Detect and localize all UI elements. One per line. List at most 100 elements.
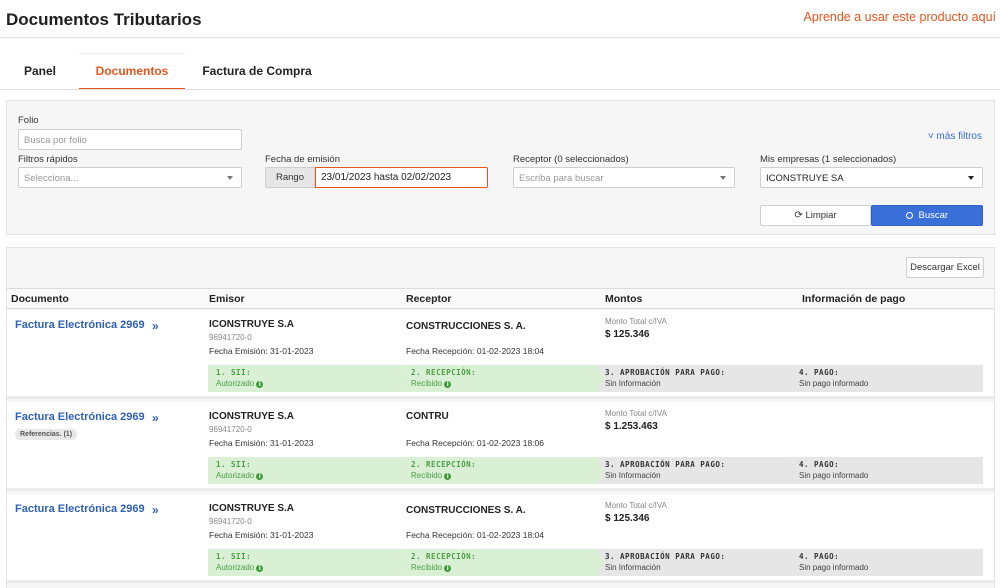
step-status-label: Autorizado: [216, 471, 255, 480]
emisor-name: ICONSTRUYE S.A: [209, 503, 295, 514]
step-title: 1. SII:: [216, 368, 252, 377]
date-label: Fecha de emisión: [265, 154, 340, 165]
step-status-label: Sin Información: [605, 563, 661, 572]
column-header-documento: Documento: [11, 293, 69, 305]
status-steps: 1. SII: Autorizado i 2. RECEPCIÓN: Recibido i…: [208, 457, 983, 484]
search-button-label: Buscar: [918, 210, 949, 221]
empresas-value: ICONSTRUYE SA: [766, 173, 844, 184]
reception-date: Fecha Recepción: 01-02-2023 18:06: [406, 438, 544, 448]
step-pago: 4. PAGO: Sin pago informado: [791, 365, 983, 392]
step-status: Autorizado i: [216, 471, 410, 480]
step-status-label: Autorizado: [216, 379, 255, 388]
page-title: Documentos Tributarios: [6, 10, 202, 29]
info-icon[interactable]: i: [444, 381, 451, 388]
receptor-name: CONTRU: [406, 411, 449, 422]
document-link[interactable]: Factura Electrónica 2969: [15, 319, 145, 331]
emisor-name: ICONSTRUYE S.A: [209, 411, 295, 422]
step-title: 4. PAGO:: [799, 460, 840, 469]
step-title: 4. PAGO:: [799, 552, 840, 561]
step-status: Sin Información: [605, 563, 798, 572]
table-row: Factura Electrónica 2969 » ICONSTRUYE S.…: [7, 310, 994, 399]
step-status: Recibido i: [411, 471, 604, 480]
step-title: 3. APROBACIÓN PARA PAGO:: [605, 368, 726, 377]
step-status-label: Sin pago informado: [799, 379, 869, 388]
references-badge[interactable]: Referencias. (1): [15, 429, 78, 440]
step-status-label: Sin pago informado: [799, 471, 869, 480]
step-title: 1. SII:: [216, 552, 252, 561]
emission-date: Fecha Emisión: 31-01-2023: [209, 438, 314, 448]
empresas-label: Mis empresas (1 seleccionados): [760, 154, 897, 165]
step-status-label: Recibido: [411, 563, 443, 572]
info-icon[interactable]: i: [256, 565, 263, 572]
step-status: Recibido i: [411, 379, 604, 388]
double-chevron-right-icon[interactable]: »: [152, 319, 159, 333]
amount-label: Monto Total c/IVA: [605, 317, 667, 326]
step-status: Sin pago informado: [799, 471, 983, 480]
step-title: 2. RECEPCIÓN:: [411, 460, 477, 469]
step-status: Autorizado i: [216, 379, 410, 388]
document-link[interactable]: Factura Electrónica 2969: [15, 503, 145, 515]
folio-input[interactable]: Busca por folio: [18, 129, 242, 150]
receptor-select[interactable]: Escriba para buscar: [513, 167, 735, 188]
table-header: Documento Emisor Receptor Montos Informa…: [7, 288, 994, 309]
status-steps: 1. SII: Autorizado i 2. RECEPCIÓN: Recibido i…: [208, 549, 983, 576]
step-status-label: Recibido: [411, 379, 443, 388]
step-sii: 1. SII: Autorizado i: [208, 365, 410, 392]
emission-date: Fecha Emisión: 31-01-2023: [209, 530, 314, 540]
empresas-select[interactable]: ICONSTRUYE SA: [760, 167, 983, 188]
info-icon[interactable]: i: [444, 565, 451, 572]
tab-factura-de-compra[interactable]: Factura de Compra: [192, 54, 322, 90]
reception-date: Fecha Recepción: 01-02-2023 18:04: [406, 346, 544, 356]
amount-value: $ 125.346: [605, 513, 650, 524]
step-status: Recibido i: [411, 563, 604, 572]
double-chevron-right-icon[interactable]: »: [152, 411, 159, 425]
amount-value: $ 125.346: [605, 329, 650, 340]
emisor-name: ICONSTRUYE S.A: [209, 319, 295, 330]
folio-placeholder: Busca por folio: [24, 135, 87, 146]
step-status-label: Sin pago informado: [799, 563, 869, 572]
emisor-rut: 96941720-0: [209, 425, 252, 434]
status-steps: 1. SII: Autorizado i 2. RECEPCIÓN: Recibido i…: [208, 365, 983, 392]
table-row: Factura Electrónica 2969 » Referencias. …: [7, 402, 994, 491]
filter-panel: Folio Busca por folio ˅ más filtros Filt…: [6, 100, 995, 235]
info-icon[interactable]: i: [256, 473, 263, 480]
receptor-name: CONSTRUCCIONES S. A.: [406, 321, 526, 332]
info-icon[interactable]: i: [444, 473, 451, 480]
step-aprobacion: 3. APROBACIÓN PARA PAGO: Sin Información: [597, 549, 798, 576]
receptor-placeholder: Escriba para buscar: [519, 173, 604, 184]
date-mode-button[interactable]: Rango: [265, 167, 315, 188]
step-recepcion: 2. RECEPCIÓN: Recibido i: [403, 457, 604, 484]
step-status: Autorizado i: [216, 563, 410, 572]
step-status: Sin pago informado: [799, 379, 983, 388]
chevron-down-icon: [968, 176, 974, 180]
receptor-label: Receptor (0 seleccionados): [513, 154, 629, 165]
tab-documentos[interactable]: Documentos: [79, 54, 185, 90]
date-range-input[interactable]: 23/01/2023 hasta 02/02/2023: [315, 167, 488, 188]
step-title: 3. APROBACIÓN PARA PAGO:: [605, 460, 726, 469]
search-button[interactable]: Buscar: [871, 205, 983, 226]
amount-label: Monto Total c/IVA: [605, 501, 667, 510]
help-link[interactable]: Aprende a usar este producto aquí: [804, 10, 997, 24]
emisor-rut: 96941720-0: [209, 333, 252, 342]
step-status-label: Recibido: [411, 471, 443, 480]
tab-panel[interactable]: Panel: [10, 54, 70, 90]
step-pago: 4. PAGO: Sin pago informado: [791, 549, 983, 576]
quick-filters-select[interactable]: Selecciona...: [18, 167, 242, 188]
step-title: 4. PAGO:: [799, 368, 840, 377]
step-pago: 4. PAGO: Sin pago informado: [791, 457, 983, 484]
quick-filters-placeholder: Selecciona...: [24, 173, 79, 184]
step-title: 2. RECEPCIÓN:: [411, 552, 477, 561]
tab-bar: Panel Documentos Factura de Compra: [0, 38, 1000, 90]
download-excel-button[interactable]: Descargar Excel: [906, 257, 984, 278]
more-filters-link[interactable]: ˅ más filtros: [928, 131, 982, 142]
clear-button[interactable]: ⟳ Limpiar: [760, 205, 871, 226]
double-chevron-right-icon[interactable]: »: [152, 503, 159, 517]
step-recepcion: 2. RECEPCIÓN: Recibido i: [403, 549, 604, 576]
top-bar: Documentos Tributarios Aprende a usar es…: [0, 0, 1000, 38]
info-icon[interactable]: i: [256, 381, 263, 388]
document-link[interactable]: Factura Electrónica 2969: [15, 411, 145, 423]
step-aprobacion: 3. APROBACIÓN PARA PAGO: Sin Información: [597, 365, 798, 392]
step-status: Sin Información: [605, 379, 798, 388]
step-status-label: Sin Información: [605, 379, 661, 388]
emission-date: Fecha Emisión: 31-01-2023: [209, 346, 314, 356]
